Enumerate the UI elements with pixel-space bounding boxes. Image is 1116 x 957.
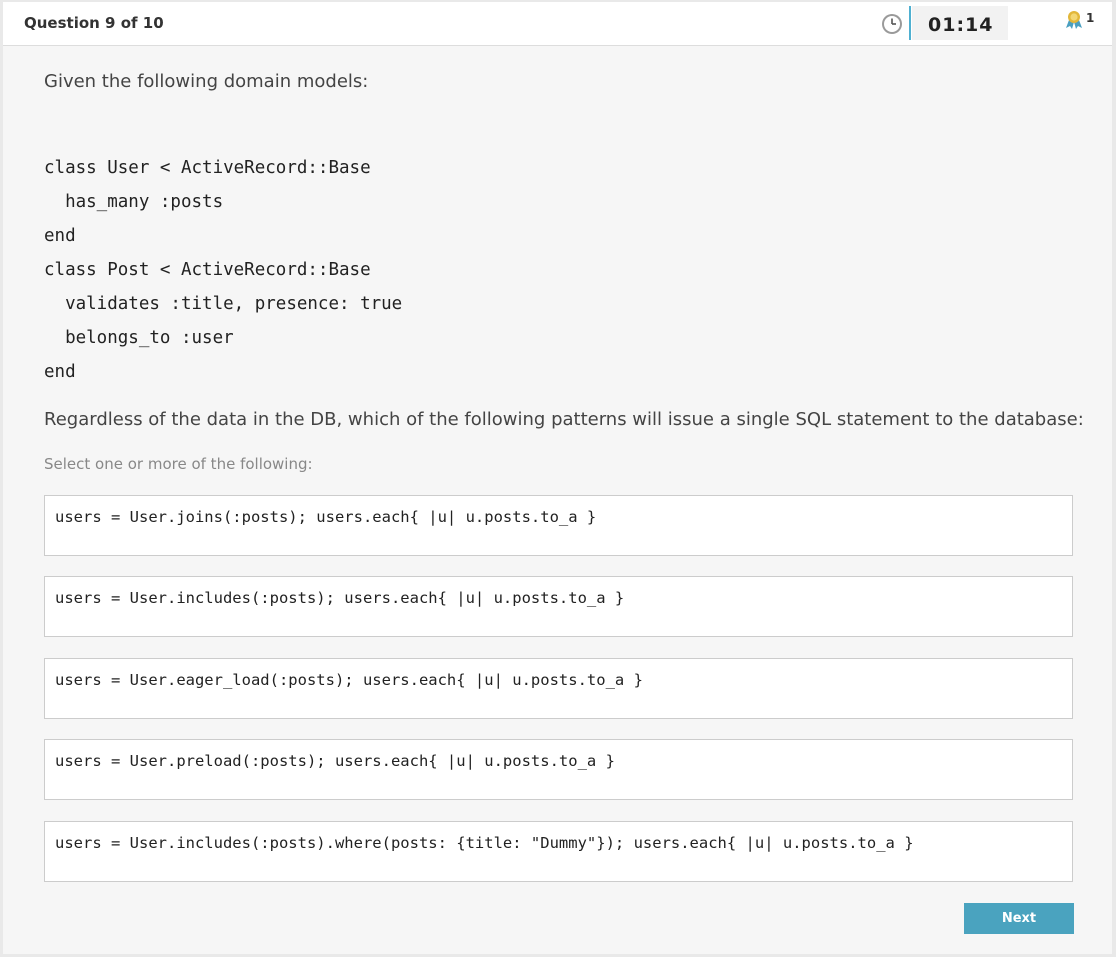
answer-option-text: users = User.includes(:posts).where(post… [55, 834, 914, 852]
badge-count: 1 [1086, 11, 1095, 25]
question-text: Regardless of the data in the DB, which … [44, 409, 1084, 430]
code-line: validates :title, presence: true [44, 294, 403, 314]
timer-divider [909, 6, 911, 40]
code-line: end [44, 226, 76, 246]
code-line: class User < ActiveRecord::Base [44, 158, 371, 178]
answer-option-2[interactable]: users = User.includes(:posts); users.eac… [44, 576, 1073, 637]
next-button[interactable]: Next [964, 903, 1074, 934]
answer-option-3[interactable]: users = User.eager_load(:posts); users.e… [44, 658, 1073, 719]
question-counter: Question 9 of 10 [24, 14, 164, 32]
code-line: belongs_to :user [44, 328, 234, 348]
answer-option-text: users = User.preload(:posts); users.each… [55, 752, 615, 770]
code-line: has_many :posts [44, 192, 224, 212]
question-prompt: Given the following domain models: [44, 71, 369, 92]
answer-option-5[interactable]: users = User.includes(:posts).where(post… [44, 821, 1073, 882]
quiz-panel: Question 9 of 10 01:14 1 Given the follo… [3, 2, 1112, 954]
timer-box: 01:14 [912, 6, 1008, 40]
countdown-timer: 01:14 [928, 14, 994, 36]
selection-instruction: Select one or more of the following: [44, 455, 313, 473]
answer-option-text: users = User.joins(:posts); users.each{ … [55, 508, 597, 526]
quiz-header: Question 9 of 10 01:14 1 [3, 2, 1112, 46]
answer-option-4[interactable]: users = User.preload(:posts); users.each… [44, 739, 1073, 800]
award-ribbon-icon [1066, 11, 1082, 29]
answer-option-text: users = User.includes(:posts); users.eac… [55, 589, 625, 607]
code-line: end [44, 362, 76, 382]
answer-option-1[interactable]: users = User.joins(:posts); users.each{ … [44, 495, 1073, 556]
clock-icon [881, 13, 903, 35]
answer-option-text: users = User.eager_load(:posts); users.e… [55, 671, 643, 689]
code-block: class User < ActiveRecord::Base has_many… [44, 151, 402, 389]
code-line: class Post < ActiveRecord::Base [44, 260, 371, 280]
